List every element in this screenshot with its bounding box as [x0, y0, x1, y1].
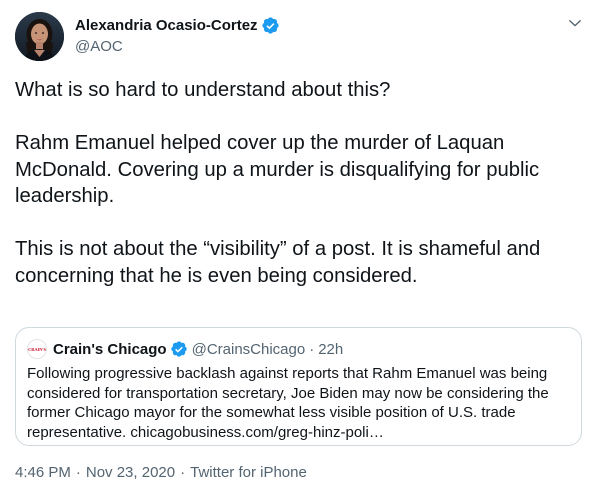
- verified-badge-icon: [261, 17, 279, 34]
- quoted-author-avatar[interactable]: CRAIN'S: [27, 339, 47, 359]
- quoted-author-name[interactable]: Crain's Chicago: [53, 341, 167, 358]
- quoted-tweet-time[interactable]: 22h: [318, 341, 343, 358]
- chevron-down-icon[interactable]: [566, 14, 584, 32]
- verified-badge-icon: [170, 341, 187, 357]
- dot-separator: ·: [309, 340, 315, 358]
- author-name-row[interactable]: Alexandria Ocasio-Cortez: [75, 16, 280, 35]
- tweet-date[interactable]: Nov 23, 2020: [86, 464, 175, 481]
- tweet-time[interactable]: 4:46 PM: [15, 464, 71, 481]
- tweet-paragraph: What is so hard to understand about this…: [15, 79, 391, 101]
- tweet: Alexandria Ocasio-Cortez @AOC What is so…: [0, 0, 598, 497]
- dot-separator: ·: [180, 464, 186, 481]
- quoted-tweet-header: CRAIN'S Crain's Chicago @CrainsChicago ·…: [27, 339, 343, 359]
- dot-separator: ·: [75, 464, 81, 481]
- quoted-author-handle[interactable]: @CrainsChicago: [192, 341, 306, 358]
- avatar[interactable]: [15, 12, 64, 61]
- tweet-text: What is so hard to understand about this…: [15, 77, 575, 289]
- tweet-paragraph: This is not about the “visibility” of a …: [15, 238, 541, 287]
- author-name[interactable]: Alexandria Ocasio-Cortez: [75, 17, 258, 34]
- crains-logo-text: CRAIN'S: [28, 346, 46, 352]
- quoted-tweet-card[interactable]: CRAIN'S Crain's Chicago @CrainsChicago ·…: [15, 327, 582, 446]
- quoted-tweet-text: Following progressive backlash against r…: [27, 365, 549, 441]
- tweet-paragraph: Rahm Emanuel helped cover up the murder …: [15, 132, 540, 207]
- tweet-source[interactable]: Twitter for iPhone: [190, 464, 307, 481]
- author-handle[interactable]: @AOC: [75, 38, 123, 55]
- avatar-image: [15, 12, 64, 61]
- tweet-meta: 4:46 PM · Nov 23, 2020 · Twitter for iPh…: [15, 464, 307, 481]
